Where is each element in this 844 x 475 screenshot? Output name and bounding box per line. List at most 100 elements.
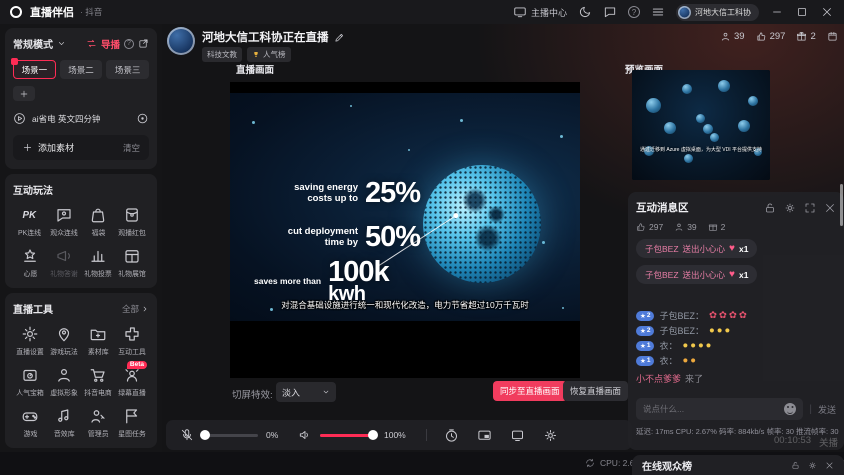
- gear-icon[interactable]: [808, 461, 817, 470]
- folder-icon: [89, 325, 107, 343]
- tool-virtual-avatar[interactable]: 虚拟形象: [47, 366, 81, 398]
- interact-audience-link[interactable]: 观众连线: [47, 206, 81, 238]
- chat-input-box[interactable]: [636, 398, 803, 420]
- tool-game[interactable]: 游戏: [13, 407, 47, 439]
- interact-red-packet[interactable]: 观播红包: [115, 206, 149, 238]
- refresh-icon[interactable]: [585, 458, 595, 468]
- interact-wish[interactable]: 心愿: [13, 247, 47, 279]
- unlock-icon[interactable]: [791, 461, 800, 470]
- chat-message-list[interactable]: ★2 子包BEZ： ✿✿✿✿ ★2 子包BEZ： ●●● ★1 衣： ●●●● …: [636, 308, 836, 385]
- gear-icon[interactable]: [543, 428, 558, 443]
- interact-lucky-bag[interactable]: 福袋: [81, 206, 115, 238]
- gear-icon[interactable]: [784, 202, 796, 214]
- clear-button[interactable]: 清空: [123, 142, 140, 154]
- like-count-value: 297: [770, 31, 786, 42]
- chat-username: 子包BEZ：: [659, 324, 704, 337]
- interact-gift-wall[interactable]: 礼物展馆: [115, 247, 149, 279]
- live-video-canvas[interactable]: saving energy costs up to 25% cut deploy…: [230, 82, 580, 378]
- scene-panel: 常规模式 导播 ? 场景一 场景二 场景三: [5, 28, 157, 169]
- chat-input[interactable]: [643, 404, 780, 414]
- account-pill[interactable]: 河地大信工科协: [676, 4, 759, 21]
- mode-selector[interactable]: 常规模式: [13, 36, 53, 51]
- minimize-icon: [771, 6, 783, 18]
- maximize-button[interactable]: [795, 5, 809, 19]
- pip-icon[interactable]: [477, 428, 492, 443]
- audience-link-icon: [55, 206, 73, 224]
- minimize-button[interactable]: [770, 5, 784, 19]
- app-logo-icon: [10, 6, 22, 18]
- tool-live-settings[interactable]: 直播设置: [13, 325, 47, 357]
- mic-volume-slider[interactable]: [202, 434, 258, 437]
- send-button[interactable]: 发送: [818, 403, 836, 416]
- chat-message: ★1 衣： ●●●●: [636, 338, 836, 353]
- scrollbar[interactable]: [840, 184, 843, 226]
- restore-live-button[interactable]: 恢复直播画面: [563, 381, 628, 401]
- interact-section-title: 互动玩法: [13, 182, 53, 197]
- gift-action: 送出小心心: [683, 243, 726, 255]
- director-help-icon[interactable]: ?: [124, 39, 134, 49]
- external-link-icon[interactable]: [138, 38, 149, 49]
- interact-gift-thanks[interactable]: 礼物答谢: [47, 247, 81, 279]
- tool-green-screen[interactable]: Beta 绿幕直播: [115, 366, 149, 398]
- mic-slider-thumb[interactable]: [200, 430, 210, 440]
- dark-mode-icon[interactable]: [578, 5, 592, 19]
- tool-interact-tools[interactable]: 互动工具: [115, 325, 149, 357]
- output-volume-slider[interactable]: [320, 434, 376, 437]
- add-material-row[interactable]: 添加素材 清空: [13, 135, 149, 160]
- app-name: 直播伴侣: [30, 4, 74, 20]
- menu-icon[interactable]: [651, 5, 665, 19]
- unlock-icon[interactable]: [764, 202, 776, 214]
- anchor-center-button[interactable]: 主播中心: [513, 5, 567, 19]
- display-icon[interactable]: [510, 428, 525, 443]
- level-badge: ★2: [636, 311, 654, 321]
- video-stat3-label: saves more than: [254, 276, 321, 286]
- tool-admin[interactable]: 管理员: [81, 407, 115, 439]
- item-label: 星图任务: [118, 428, 146, 438]
- preview-video[interactable]: 通过迁移到 Azure 虚拟桌面，为大型 VDI 平台提供支持: [632, 70, 770, 180]
- tool-gameplay[interactable]: 游戏玩法: [47, 325, 81, 357]
- interact-pk-link[interactable]: PK PK连线: [13, 206, 47, 238]
- plus-icon: [19, 89, 29, 99]
- tool-material-library[interactable]: 素材库: [81, 325, 115, 357]
- close-button[interactable]: [820, 5, 834, 19]
- scene-tab-2[interactable]: 场景二: [60, 60, 103, 79]
- media-source-row[interactable]: ai省电 英文四分钟: [13, 112, 149, 125]
- mic-muted-icon[interactable]: [180, 428, 194, 442]
- scene-tab-3[interactable]: 场景三: [106, 60, 149, 79]
- help-icon[interactable]: ?: [628, 6, 640, 18]
- edit-icon[interactable]: [334, 32, 345, 43]
- target-icon[interactable]: [136, 112, 149, 125]
- gift-wall-icon: [123, 247, 141, 265]
- item-label: 心愿: [23, 268, 37, 278]
- tool-star-task[interactable]: 星图任务: [115, 407, 149, 439]
- tool-sound-library[interactable]: 音效库: [47, 407, 81, 439]
- director-toggle[interactable]: 导播: [101, 37, 120, 51]
- item-label: 游戏玩法: [50, 346, 78, 356]
- rank-tag[interactable]: 人气榜: [247, 47, 291, 62]
- scene-tab-1[interactable]: 场景一: [13, 60, 56, 79]
- interact-gift-vote[interactable]: 礼物投票: [81, 247, 115, 279]
- close-icon[interactable]: [824, 202, 836, 214]
- item-label: 直播设置: [16, 346, 44, 356]
- transition-dropdown[interactable]: 淡入: [276, 382, 336, 402]
- live-companion-app: 直播伴侣 · 抖音 主播中心 ? 河地大信工科协 常规模式: [0, 0, 844, 475]
- emoji-icon[interactable]: [784, 403, 796, 415]
- item-label: 抖音电商: [84, 387, 112, 397]
- sync-to-live-button[interactable]: 同步至直播画面: [493, 381, 567, 401]
- record-card-icon[interactable]: [827, 31, 838, 42]
- tools-all-link[interactable]: 全部: [122, 303, 149, 315]
- timer-icon[interactable]: [444, 428, 459, 443]
- expand-icon[interactable]: [804, 202, 816, 214]
- speaker-icon[interactable]: [298, 428, 312, 442]
- feedback-icon[interactable]: [603, 5, 617, 19]
- play-circle-icon: [13, 112, 26, 125]
- video-stat3-value: 100k: [328, 259, 389, 285]
- close-icon[interactable]: [825, 461, 834, 470]
- interact-panel: 互动玩法 PK PK连线 观众连线 福袋 观播红包: [5, 174, 157, 288]
- bottom-control-bar: 0% 100%: [166, 420, 632, 450]
- add-scene-button[interactable]: [13, 86, 35, 101]
- chat-username: 衣：: [659, 354, 677, 367]
- tool-ecommerce[interactable]: 抖音电商: [81, 366, 115, 398]
- tool-popularity-chest[interactable]: 人气宝箱: [13, 366, 47, 398]
- output-slider-thumb[interactable]: [368, 430, 378, 440]
